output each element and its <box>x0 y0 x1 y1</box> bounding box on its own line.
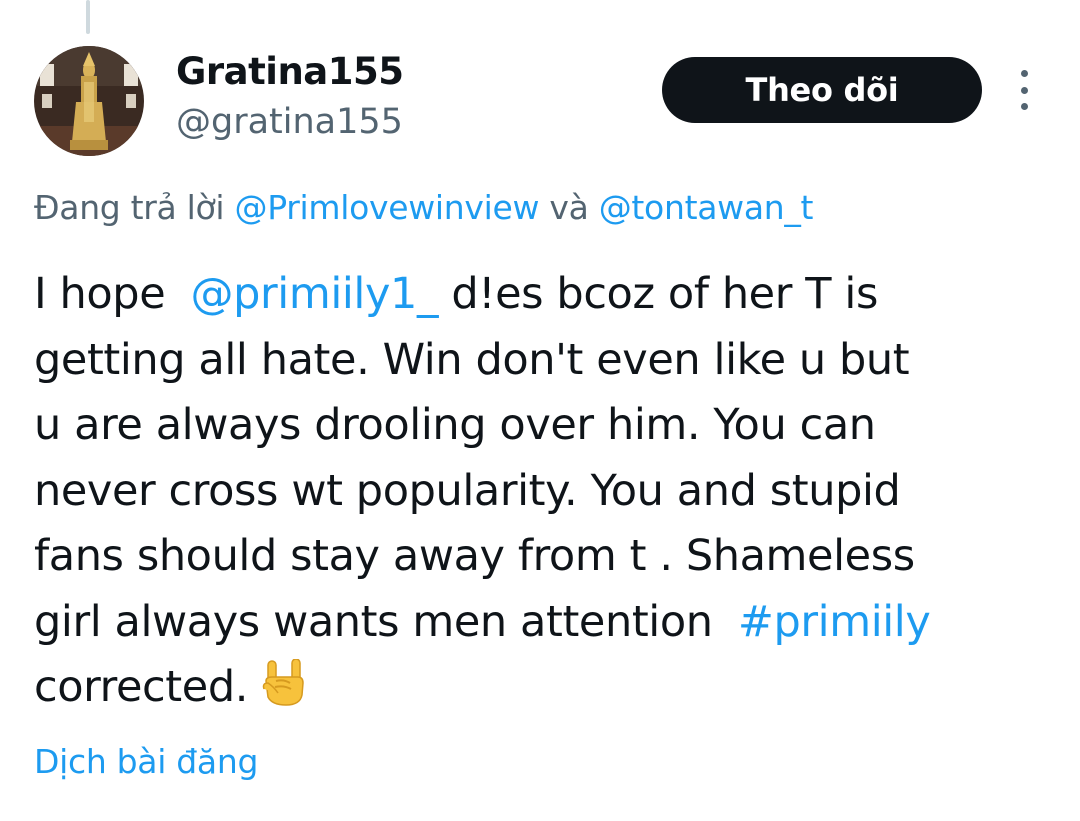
sign-of-the-horns-emoji-icon <box>262 658 306 727</box>
reply-context: Đang trả lời @Primlovewinview và @tontaw… <box>34 188 814 227</box>
tweet-text-segment: corrected. <box>34 662 248 712</box>
more-dot <box>1020 103 1028 110</box>
reply-mention-link[interactable]: @tontawan_t <box>599 188 814 227</box>
reply-prefix: Đang trả lời <box>34 188 225 227</box>
more-dot <box>1020 70 1028 77</box>
thread-connector-line <box>86 0 90 34</box>
translate-post-link[interactable]: Dịch bài đăng <box>34 742 258 781</box>
tweet-line: corrected. <box>34 655 1044 727</box>
tweet-text-segment: I hope <box>34 269 179 319</box>
tweet-line: u are always drooling over him. You can <box>34 400 876 450</box>
tweet-line: getting all hate. Win don't even like u … <box>34 334 910 385</box>
tweet-mention-link[interactable]: @primiily1_ <box>191 269 439 319</box>
tweet-text-segment: girl always wants men attention <box>34 596 726 647</box>
more-vertical-icon[interactable] <box>1010 70 1038 110</box>
author-handle[interactable]: @gratina155 <box>176 102 403 142</box>
more-dot <box>1020 86 1028 94</box>
tweet-line: girl always wants men attention #primiil… <box>34 590 1044 656</box>
tweet-hashtag-link[interactable]: #primiily <box>738 597 931 647</box>
reply-connector: và <box>549 188 589 227</box>
author-display-name[interactable]: Gratina155 <box>176 50 404 93</box>
tweet-line: fans should stay away from t . Shameless <box>34 531 915 581</box>
golden-statue-avatar-icon <box>34 46 144 156</box>
tweet-text-segment: d!es bcoz of her T is <box>438 269 878 319</box>
tweet-line: never cross wt popularity. You and stupi… <box>34 465 901 516</box>
tweet-text: I hope @primiily1_ d!es bcoz of her T is… <box>34 262 1044 727</box>
follow-button[interactable]: Theo dõi <box>662 57 982 123</box>
reply-mention-link[interactable]: @Primlovewinview <box>235 188 540 227</box>
avatar[interactable] <box>34 46 144 156</box>
tweet-line: I hope @primiily1_ d!es bcoz of her T is <box>34 262 1044 328</box>
